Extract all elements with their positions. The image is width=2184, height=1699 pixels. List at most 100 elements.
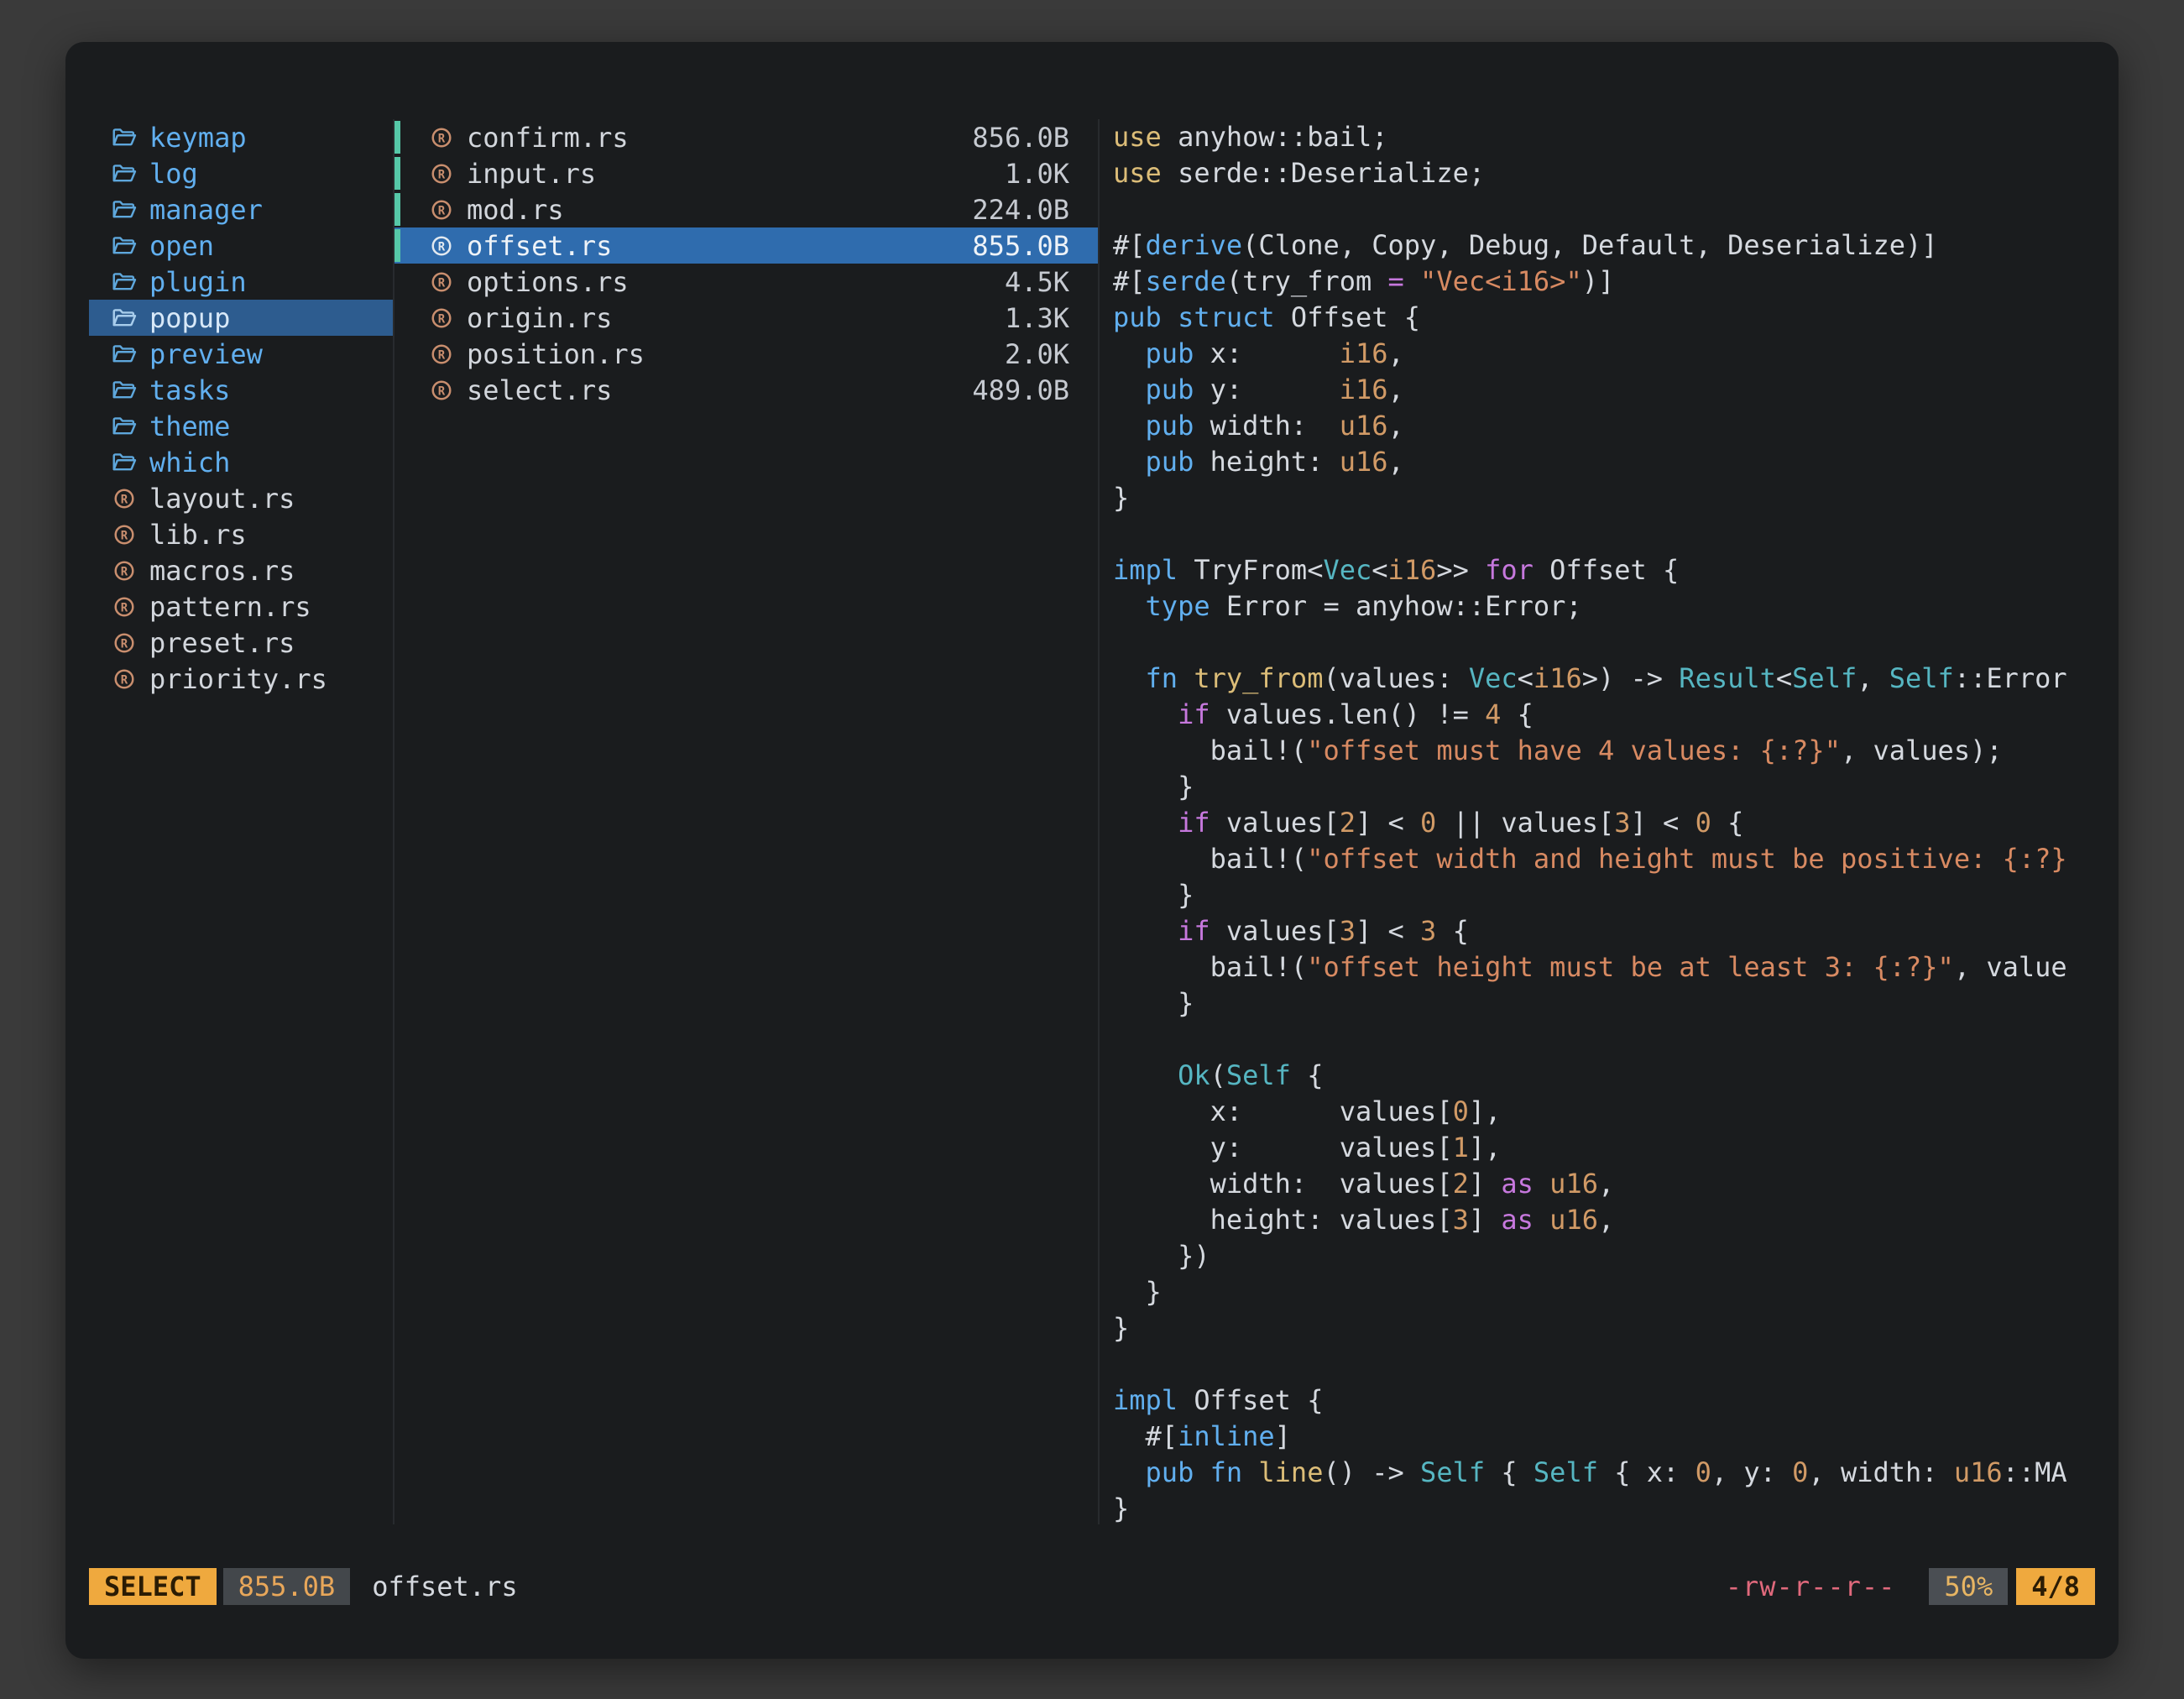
entry-name: manager xyxy=(149,194,263,226)
file-size: 1.3K xyxy=(1005,302,1069,334)
file-size: 4.5K xyxy=(1005,266,1069,298)
code-line: fn try_from(values: Vec<i16>) -> Result<… xyxy=(1113,661,2119,697)
open-folder-icon xyxy=(109,163,139,185)
entry-name: keymap xyxy=(149,122,247,154)
entry-name: preview xyxy=(149,338,263,370)
code-line: type Error = anyhow::Error; xyxy=(1113,588,2119,625)
file-size: 224.0B xyxy=(972,194,1069,226)
rust-file-icon: R xyxy=(109,595,139,619)
sidebar-item-keymap[interactable]: keymap xyxy=(89,119,393,155)
open-folder-icon xyxy=(109,343,139,365)
file-name: input.rs xyxy=(467,158,596,190)
code-line: } xyxy=(1113,1491,2119,1524)
code-line: #[serde(try_from = "Vec<i16>")] xyxy=(1113,264,2119,300)
sidebar-item-pattern-rs[interactable]: Rpattern.rs xyxy=(89,588,393,625)
entry-name: preset.rs xyxy=(149,627,295,659)
sidebar-item-which[interactable]: which xyxy=(89,444,393,480)
sidebar-item-preview[interactable]: preview xyxy=(89,336,393,372)
status-filename: offset.rs xyxy=(372,1571,517,1602)
sidebar-item-tasks[interactable]: tasks xyxy=(89,372,393,408)
file-row-position-rs[interactable]: Rposition.rs2.0K xyxy=(394,336,1098,372)
rust-file-icon: R xyxy=(426,270,457,294)
file-size: 1.0K xyxy=(1005,158,1069,190)
code-line: pub width: u16, xyxy=(1113,408,2119,444)
entry-name: popup xyxy=(149,302,230,334)
code-line: bail!("offset must have 4 values: {:?}",… xyxy=(1113,733,2119,769)
file-row-select-rs[interactable]: Rselect.rs489.0B xyxy=(394,372,1098,408)
file-row-offset-rs[interactable]: Roffset.rs855.0B xyxy=(394,227,1098,264)
sidebar-item-manager[interactable]: manager xyxy=(89,191,393,227)
svg-text:R: R xyxy=(438,132,446,145)
sidebar-item-lib-rs[interactable]: Rlib.rs xyxy=(89,516,393,552)
current-directory-pane: Rconfirm.rs 856.0B Rinput.rs 1.0KRmod.rs224… xyxy=(394,119,1100,1524)
cursor-position-badge: 4/8 xyxy=(2016,1568,2095,1605)
rust-file-icon: R xyxy=(426,162,457,186)
code-line: }) xyxy=(1113,1238,2119,1274)
code-line: } xyxy=(1113,985,2119,1022)
svg-text:R: R xyxy=(121,529,128,542)
parent-directory-pane: keymap log manager openpluginpopup preview ta… xyxy=(89,119,394,1524)
selection-mark xyxy=(394,121,400,154)
sidebar-item-layout-rs[interactable]: Rlayout.rs xyxy=(89,480,393,516)
file-name: options.rs xyxy=(467,266,629,298)
code-line: pub height: u16, xyxy=(1113,444,2119,480)
panes-container: keymap log manager openpluginpopup preview ta… xyxy=(65,119,2119,1524)
open-folder-icon xyxy=(109,199,139,221)
file-permissions: -rw-r--r-- xyxy=(1726,1571,1896,1602)
file-row-mod-rs[interactable]: Rmod.rs224.0B xyxy=(394,191,1098,227)
entry-name: log xyxy=(149,158,198,190)
file-name: origin.rs xyxy=(467,302,612,334)
entry-name: open xyxy=(149,230,214,262)
rust-file-icon: R xyxy=(109,631,139,655)
rust-file-icon: R xyxy=(426,198,457,222)
sidebar-item-log[interactable]: log xyxy=(89,155,393,191)
rust-file-icon: R xyxy=(426,379,457,402)
sidebar-item-priority-rs[interactable]: Rpriority.rs xyxy=(89,661,393,697)
code-line: } xyxy=(1113,480,2119,516)
code-line: use serde::Deserialize; xyxy=(1113,155,2119,191)
sidebar-item-open[interactable]: open xyxy=(89,227,393,264)
svg-text:R: R xyxy=(438,168,446,181)
code-line: height: values[3] as u16, xyxy=(1113,1202,2119,1238)
code-line xyxy=(1113,516,2119,552)
svg-text:R: R xyxy=(438,312,446,326)
file-size: 856.0B xyxy=(972,122,1069,154)
selection-mark xyxy=(394,337,400,370)
code-line: } xyxy=(1113,769,2119,805)
svg-text:R: R xyxy=(121,637,128,651)
code-line: if values[2] < 0 || values[3] < 0 { xyxy=(1113,805,2119,841)
file-row-options-rs[interactable]: Roptions.rs 4.5K xyxy=(394,264,1098,300)
open-folder-icon xyxy=(109,379,139,401)
rust-file-icon: R xyxy=(426,306,457,330)
file-row-confirm-rs[interactable]: Rconfirm.rs 856.0B xyxy=(394,119,1098,155)
file-size: 2.0K xyxy=(1005,338,1069,370)
file-size-badge: 855.0B xyxy=(223,1568,351,1605)
code-line: y: values[1], xyxy=(1113,1130,2119,1166)
code-line: } xyxy=(1113,1274,2119,1310)
open-folder-icon xyxy=(109,127,139,149)
file-row-origin-rs[interactable]: Rorigin.rs 1.3K xyxy=(394,300,1098,336)
status-bar: SELECT 855.0B offset.rs -rw-r--r-- 50% 4… xyxy=(89,1568,2095,1605)
sidebar-item-preset-rs[interactable]: Rpreset.rs xyxy=(89,625,393,661)
entry-name: macros.rs xyxy=(149,555,295,587)
code-line xyxy=(1113,625,2119,661)
svg-text:R: R xyxy=(438,240,446,254)
file-name: confirm.rs xyxy=(467,122,629,154)
status-bar-right: -rw-r--r-- 50% 4/8 xyxy=(1726,1568,2095,1605)
sidebar-item-popup[interactable]: popup xyxy=(89,300,393,336)
code-line: if values.len() != 4 { xyxy=(1113,697,2119,733)
sidebar-item-macros-rs[interactable]: Rmacros.rs xyxy=(89,552,393,588)
sidebar-item-plugin[interactable]: plugin xyxy=(89,264,393,300)
entry-name: which xyxy=(149,447,230,478)
selection-mark xyxy=(394,193,400,226)
code-line: pub fn line() -> Self { Self { x: 0, y: … xyxy=(1113,1455,2119,1491)
selection-mark xyxy=(394,229,400,262)
code-line xyxy=(1113,1022,2119,1058)
entry-name: pattern.rs xyxy=(149,591,311,623)
entry-name: tasks xyxy=(149,374,230,406)
file-row-input-rs[interactable]: Rinput.rs 1.0K xyxy=(394,155,1098,191)
sidebar-item-theme[interactable]: theme xyxy=(89,408,393,444)
entry-name: layout.rs xyxy=(149,483,295,515)
code-line: impl TryFrom<Vec<i16>> for Offset { xyxy=(1113,552,2119,588)
rust-file-icon: R xyxy=(426,234,457,258)
